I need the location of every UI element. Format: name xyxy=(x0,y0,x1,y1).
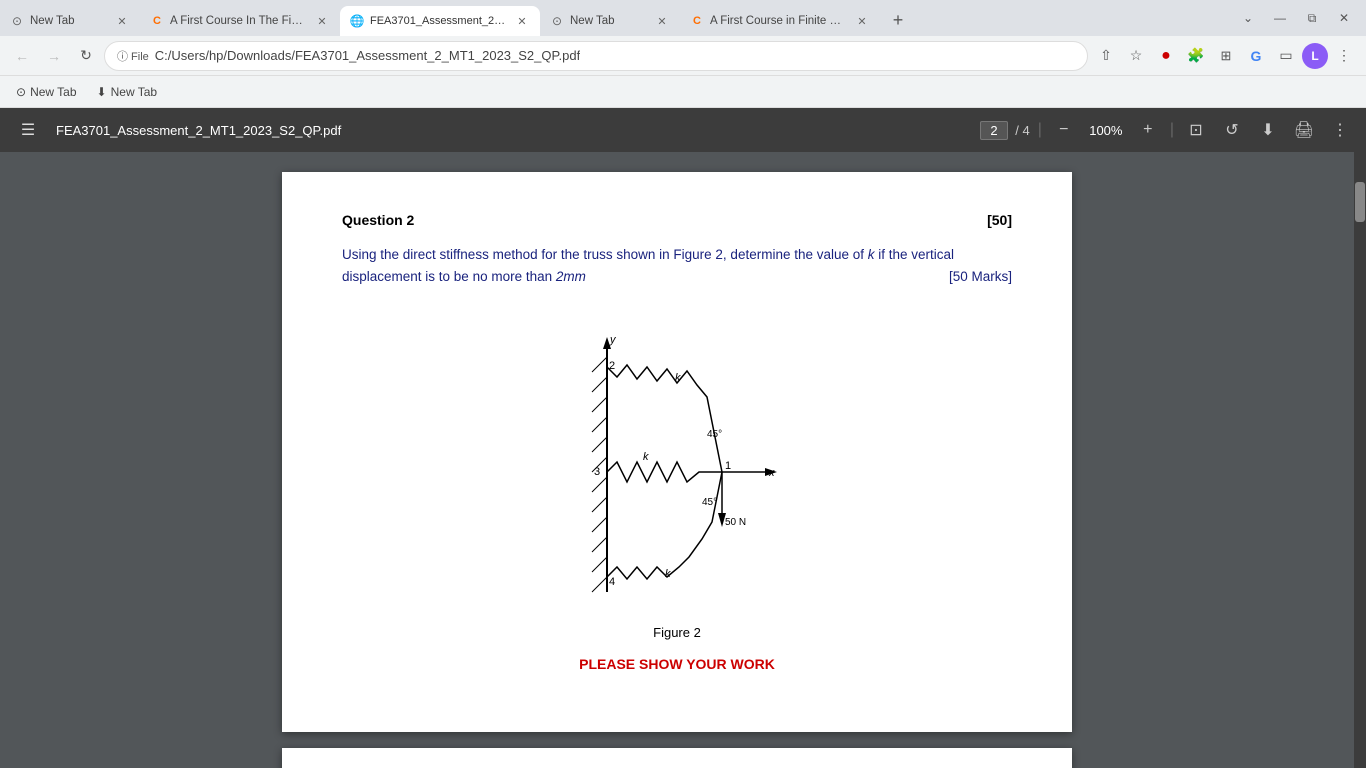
pdf-rotate-button[interactable]: ↺ xyxy=(1218,116,1246,144)
pdf-toolbar-right: ⬇ 🖨 ⋮ xyxy=(1254,116,1354,144)
pdf-menu-button[interactable]: ☰ xyxy=(12,114,44,146)
toolbar-icons: ⇧ ☆ ● 🧩 ⊞ G ▭ L ⋮ xyxy=(1092,42,1358,70)
minimize-button[interactable]: — xyxy=(1266,4,1294,32)
tab-title-2: A First Course In The Finite E xyxy=(170,15,308,27)
tab-favicon-5: C xyxy=(690,14,704,28)
pdf-download-button[interactable]: ⬇ xyxy=(1254,116,1282,144)
pdf-page-input[interactable] xyxy=(980,121,1008,140)
pdf-more-button[interactable]: ⋮ xyxy=(1326,116,1354,144)
forward-button[interactable]: → xyxy=(40,42,68,70)
question-text: Using the direct stiffness method for th… xyxy=(342,244,1012,287)
tab-new-tab-1[interactable]: ⊙ New Tab ✕ xyxy=(0,6,140,36)
tab-close-2[interactable]: ✕ xyxy=(314,13,330,29)
address-protocol: ⓘ File xyxy=(117,48,149,64)
sidebar-toggle-icon[interactable]: ▭ xyxy=(1272,42,1300,70)
pdf-zoom-in-button[interactable]: + xyxy=(1134,116,1162,144)
tab-favicon-4: ⊙ xyxy=(550,14,564,28)
tab-title-1: New Tab xyxy=(30,15,108,27)
pdf-toolbar: ☰ FEA3701_Assessment_2_MT1_2023_S2_QP.pd… xyxy=(0,108,1366,152)
figure-container: k k k 45° 45° xyxy=(342,307,1012,640)
svg-text:45°: 45° xyxy=(707,429,722,440)
pdf-title: FEA3701_Assessment_2_MT1_2023_S2_QP.pdf xyxy=(56,123,341,138)
pdf-page-2 xyxy=(282,748,1072,768)
reload-button[interactable]: ↻ xyxy=(72,42,100,70)
tab-close-3[interactable]: ✕ xyxy=(514,13,530,29)
bookmark-label-1: New Tab xyxy=(30,85,76,99)
tab-title-5: A First Course in Finite Eleme xyxy=(710,15,848,27)
marks-note: [50 Marks] xyxy=(949,266,1012,288)
address-bar: ← → ↻ ⓘ File C:/Users/hp/Downloads/FEA37… xyxy=(0,36,1366,76)
figure-caption: Figure 2 xyxy=(653,625,701,640)
main-area: Question 2 [50] Using the direct stiffne… xyxy=(0,152,1366,768)
share-icon[interactable]: ⇧ xyxy=(1092,42,1120,70)
bookmark-star-icon[interactable]: ☆ xyxy=(1122,42,1150,70)
pdf-zoom-value: 100% xyxy=(1086,123,1126,138)
tab-favicon-1: ⊙ xyxy=(10,14,24,28)
svg-text:45°: 45° xyxy=(702,497,717,508)
chrome-red-icon[interactable]: ● xyxy=(1152,42,1180,70)
bookmark-icon-1: ⊙ xyxy=(16,85,26,99)
tab-fea3701[interactable]: 🌐 FEA3701_Assessment_2_MT1_2023_S2_QP.pd… xyxy=(340,6,540,36)
tab-close-5[interactable]: ✕ xyxy=(854,13,870,29)
bookmark-new-tab-1[interactable]: ⊙ New Tab xyxy=(8,81,85,103)
profile-avatar[interactable]: L xyxy=(1302,43,1328,69)
window-controls: ⌄ — ⧉ ✕ xyxy=(1234,4,1366,36)
tab-search-button[interactable]: ⌄ xyxy=(1234,4,1262,32)
bookmark-new-tab-2[interactable]: ⬇ New Tab xyxy=(89,81,166,103)
pdf-page-indicator: / 4 xyxy=(980,121,1030,140)
chrome-apps-icon[interactable]: ⊞ xyxy=(1212,42,1240,70)
tab-new-tab-4[interactable]: ⊙ New Tab ✕ xyxy=(540,6,680,36)
tab-first-course-5[interactable]: C A First Course in Finite Eleme ✕ xyxy=(680,6,880,36)
pdf-fit-page-button[interactable]: ⊡ xyxy=(1182,116,1210,144)
svg-text:2: 2 xyxy=(609,360,615,372)
question-header: Question 2 [50] xyxy=(342,212,1012,228)
chrome-g-icon[interactable]: G xyxy=(1242,42,1270,70)
address-text: C:/Users/hp/Downloads/FEA3701_Assessment… xyxy=(155,48,580,63)
svg-text:4: 4 xyxy=(609,576,615,588)
close-button[interactable]: ✕ xyxy=(1330,4,1358,32)
svg-text:k: k xyxy=(643,451,649,463)
new-tab-button[interactable]: + xyxy=(884,6,912,34)
tab-bar: ⊙ New Tab ✕ C A First Course In The Fini… xyxy=(0,0,1366,36)
tab-favicon-2: C xyxy=(150,14,164,28)
restore-button[interactable]: ⧉ xyxy=(1298,4,1326,32)
truss-diagram: k k k 45° 45° xyxy=(547,307,807,617)
pdf-page: Question 2 [50] Using the direct stiffne… xyxy=(282,172,1072,732)
question-marks: [50] xyxy=(987,212,1012,228)
tab-close-4[interactable]: ✕ xyxy=(654,13,670,29)
bookmark-icon-2: ⬇ xyxy=(97,85,107,99)
tab-title-4: New Tab xyxy=(570,15,648,27)
pdf-navigation: / 4 | − 100% + | ⊡ ↺ xyxy=(980,116,1246,144)
puzzle-icon[interactable]: 🧩 xyxy=(1182,42,1210,70)
svg-text:y: y xyxy=(609,334,617,346)
tab-favicon-3: 🌐 xyxy=(350,14,364,28)
svg-text:3: 3 xyxy=(594,466,600,478)
back-button[interactable]: ← xyxy=(8,42,36,70)
scroll-thumb[interactable] xyxy=(1355,182,1365,222)
pdf-page-container[interactable]: Question 2 [50] Using the direct stiffne… xyxy=(0,152,1354,768)
tab-title-3: FEA3701_Assessment_2_MT1_2023_S2_QP.pdf xyxy=(370,15,508,27)
please-show: PLEASE SHOW YOUR WORK xyxy=(342,656,1012,672)
address-input[interactable]: ⓘ File C:/Users/hp/Downloads/FEA3701_Ass… xyxy=(104,41,1088,71)
svg-text:1: 1 xyxy=(725,460,731,472)
svg-text:k: k xyxy=(665,568,671,580)
svg-text:k: k xyxy=(675,372,681,384)
scroll-track[interactable] xyxy=(1354,152,1366,768)
bookmark-label-2: New Tab xyxy=(111,85,157,99)
bookmarks-bar: ⊙ New Tab ⬇ New Tab xyxy=(0,76,1366,108)
tab-first-course[interactable]: C A First Course In The Finite E ✕ xyxy=(140,6,340,36)
tab-close-1[interactable]: ✕ xyxy=(114,13,130,29)
pdf-print-button[interactable]: 🖨 xyxy=(1290,116,1318,144)
pdf-zoom-out-button[interactable]: − xyxy=(1050,116,1078,144)
chrome-menu-icon[interactable]: ⋮ xyxy=(1330,42,1358,70)
svg-text:50 N: 50 N xyxy=(725,517,746,528)
question-label: Question 2 xyxy=(342,212,414,228)
